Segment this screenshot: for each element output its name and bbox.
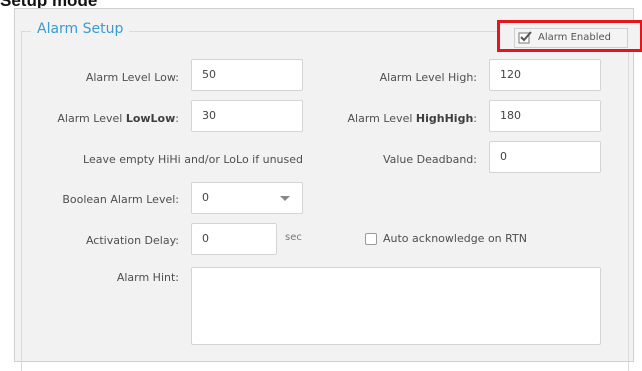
section-title: Alarm Setup xyxy=(31,21,130,37)
auto-acknowledge-label: Auto acknowledge on RTN xyxy=(383,232,527,245)
alarm-level-high-label: Alarm Level High: xyxy=(379,71,477,84)
alarm-level-lowlow-label: Alarm Level LowLow: xyxy=(57,112,179,125)
activation-delay-unit: sec xyxy=(285,232,302,243)
unused-levels-note: Leave empty HiHi and/or LoLo if unused xyxy=(83,153,303,166)
alarm-level-low-input[interactable]: 50 xyxy=(191,59,303,91)
boolean-alarm-level-value: 0 xyxy=(202,191,209,204)
checkbox-checked-icon[interactable] xyxy=(518,30,532,44)
alarm-setup-panel: Alarm Setup Alarm Enabled Alarm Level Lo… xyxy=(14,8,642,371)
chevron-down-icon[interactable] xyxy=(280,196,290,201)
alarm-level-low-label: Alarm Level Low: xyxy=(85,71,179,84)
activation-delay-label: Activation Delay: xyxy=(85,234,179,247)
boolean-alarm-level-label: Boolean Alarm Level: xyxy=(62,193,179,206)
boolean-alarm-level-select[interactable]: 0 xyxy=(191,182,303,214)
alarm-level-highhigh-input[interactable]: 180 xyxy=(489,100,601,132)
auto-acknowledge-checkbox[interactable] xyxy=(365,233,377,245)
alarm-level-lowlow-input[interactable]: 30 xyxy=(191,100,303,132)
alarm-level-high-input[interactable]: 120 xyxy=(489,59,601,91)
alarm-enabled-label: Alarm Enabled xyxy=(538,32,612,43)
activation-delay-input[interactable]: 0 xyxy=(191,223,277,255)
value-deadband-label: Value Deadband: xyxy=(382,153,477,166)
alarm-enabled-highlight: Alarm Enabled xyxy=(497,20,642,52)
alarm-level-highhigh-label: Alarm Level HighHigh: xyxy=(347,112,478,125)
alarm-hint-label: Alarm Hint: xyxy=(116,271,179,284)
alarm-hint-textarea[interactable] xyxy=(191,267,601,345)
value-deadband-input[interactable]: 0 xyxy=(489,141,601,173)
